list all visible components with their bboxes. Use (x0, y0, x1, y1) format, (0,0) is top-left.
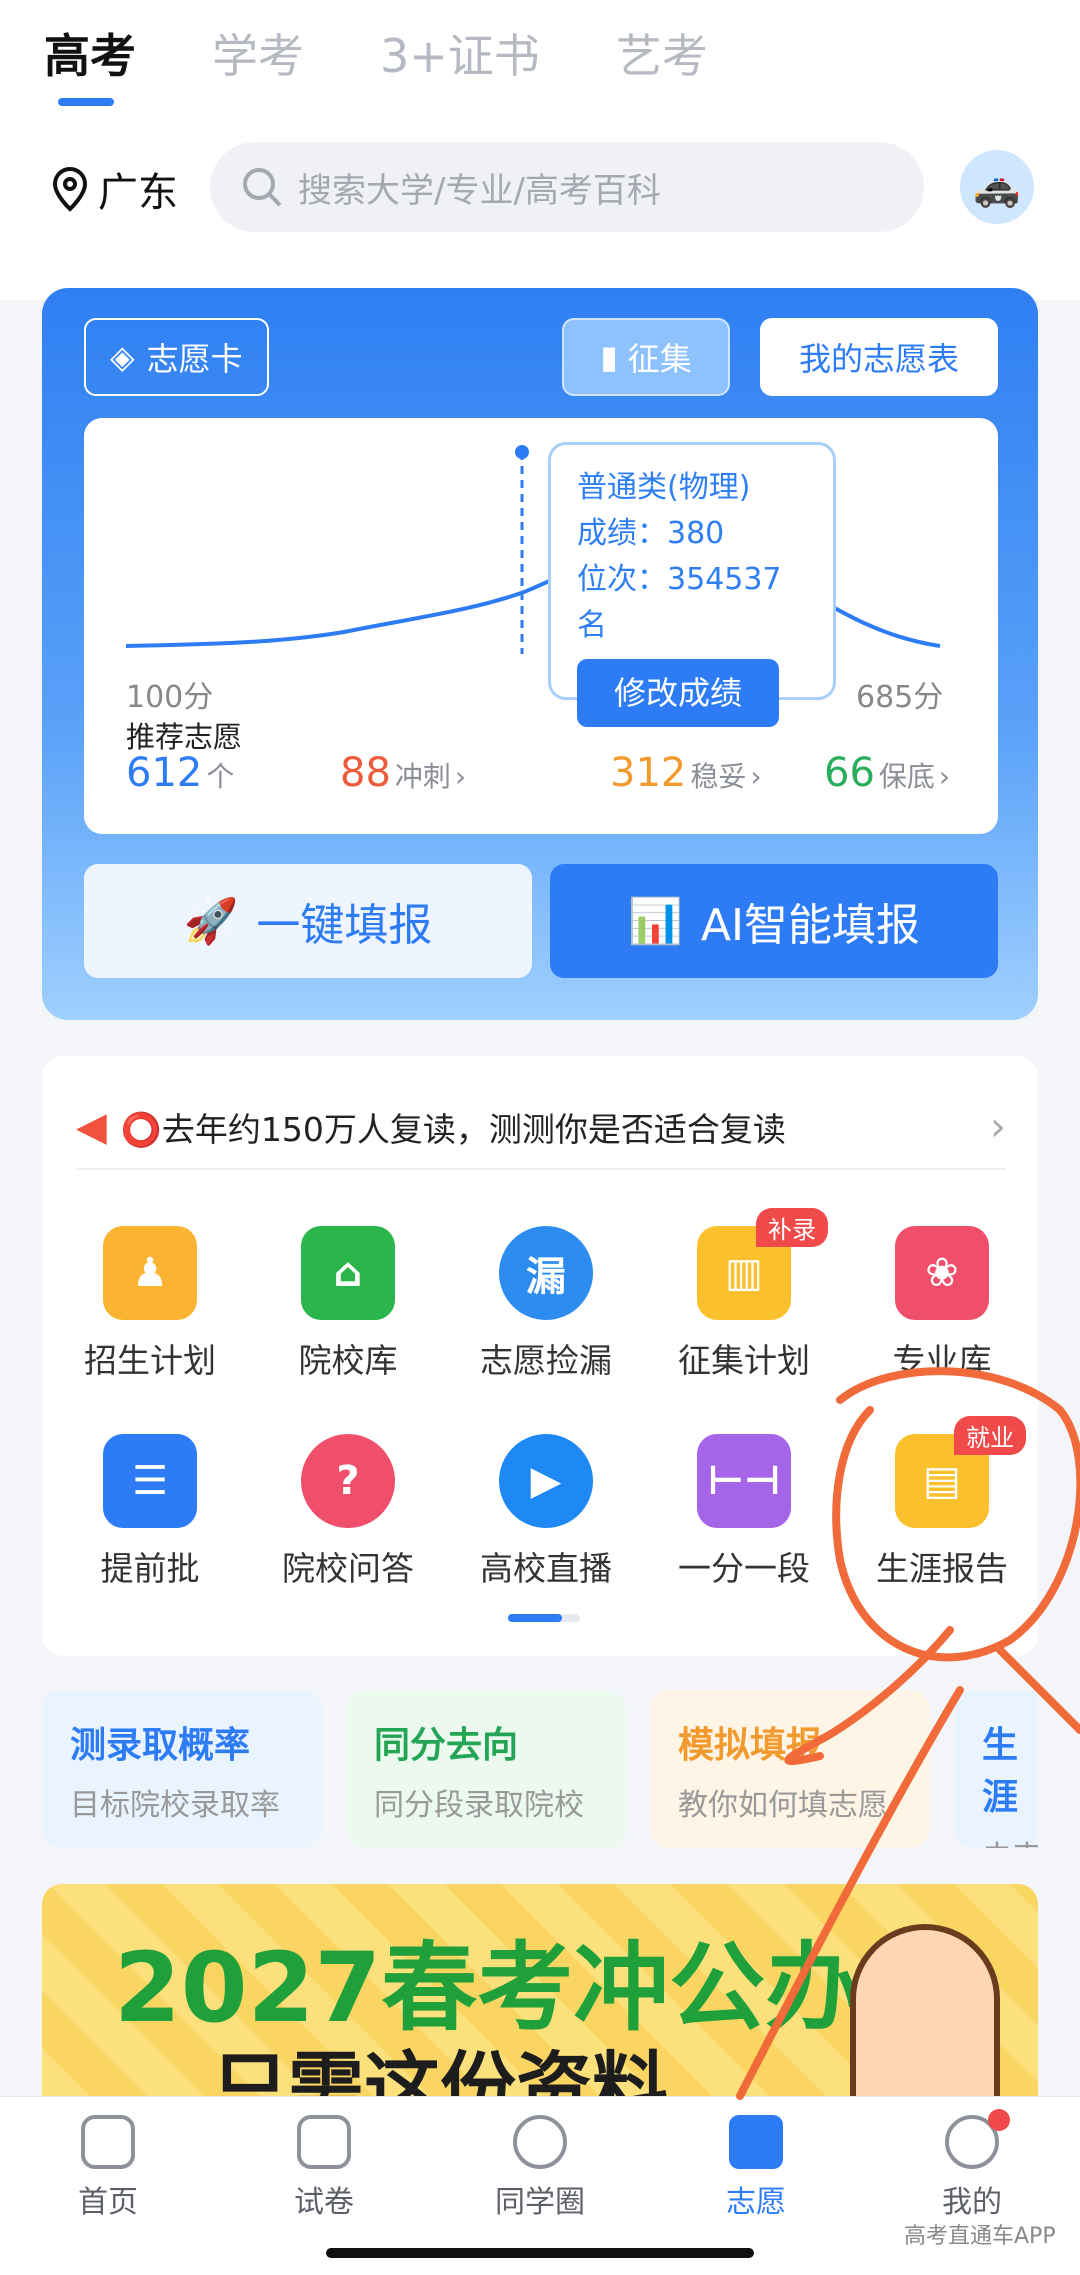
watermark: 高考直通车APP (904, 2224, 1056, 2249)
home-indicator[interactable] (326, 2248, 754, 2258)
hand-drawn-annotation (736, 1367, 1080, 2100)
